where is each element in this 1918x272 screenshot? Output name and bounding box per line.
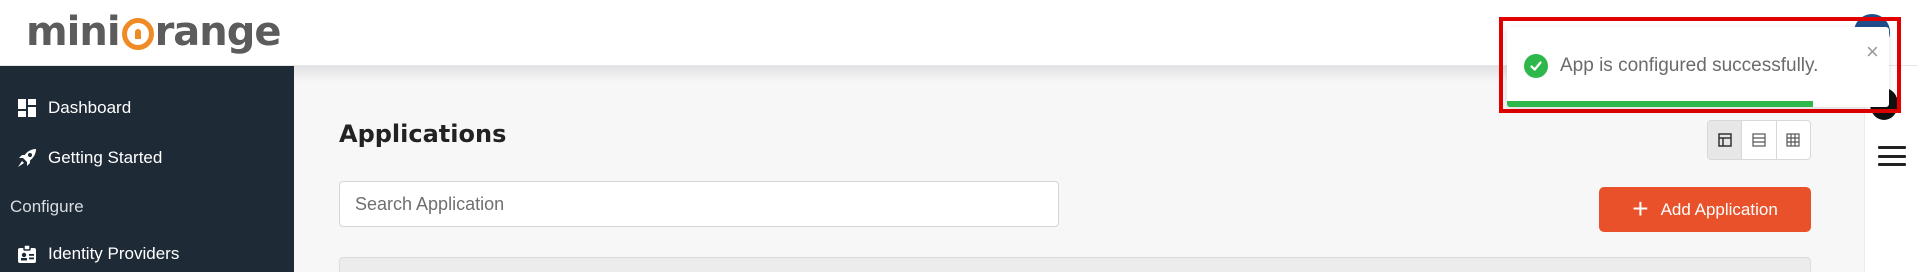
logo-text-left: mini [26,9,121,55]
sidebar-section-configure: Configure [10,197,84,216]
success-toast: App is configured successfully. × [1507,27,1889,107]
page-title: Applications [339,120,507,148]
add-application-button[interactable]: + Add Application [1599,187,1811,232]
view-mode-toggle [1707,120,1811,160]
rocket-icon [14,145,40,171]
hamburger-menu-icon[interactable] [1878,146,1906,166]
check-circle-icon [1524,54,1548,78]
dashboard-icon [14,95,40,121]
sidebar: Dashboard Getting Started Configure Iden… [0,66,294,272]
toast-progress-bar [1507,101,1813,107]
card-view-icon [1717,133,1732,147]
list-view-button[interactable] [1742,121,1777,159]
sidebar-item-label: Getting Started [48,148,163,167]
grid-view-button[interactable] [1777,121,1810,159]
toast-message: App is configured successfully. [1560,55,1819,76]
toast-close-icon[interactable]: × [1866,41,1879,63]
list-view-icon [1752,133,1766,147]
sidebar-item-getting-started[interactable]: Getting Started [0,138,294,178]
card-view-button[interactable] [1708,121,1743,159]
add-application-label: Add Application [1660,199,1778,219]
plus-icon: + [1632,192,1649,224]
logo-o-key-icon [121,18,154,50]
search-application-input[interactable] [339,181,1059,227]
sidebar-item-label: Identity Providers [48,244,180,263]
sidebar-item-identity-providers[interactable]: Identity Providers [0,234,294,272]
miniorange-logo[interactable]: mini range [26,9,282,55]
sidebar-item-dashboard[interactable]: Dashboard [0,88,294,128]
sidebar-item-label: Dashboard [48,98,132,117]
applications-table-header [339,257,1811,272]
id-card-icon [14,241,40,267]
grid-view-icon [1786,133,1800,147]
logo-text-right: range [154,9,282,55]
